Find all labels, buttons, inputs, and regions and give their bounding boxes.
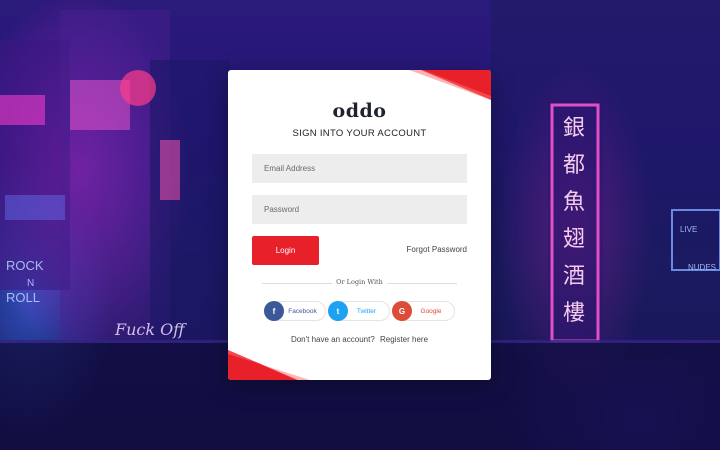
chinese-sign-4: 翅: [563, 227, 585, 252]
corner-accent-bottom: [228, 350, 310, 380]
page-title: SIGN INTO YOUR ACCOUNT: [292, 128, 427, 139]
google-login-button[interactable]: G Google: [392, 301, 455, 321]
roll-sign: ROLL: [6, 290, 40, 305]
nudes-sign: NUDES: [688, 263, 716, 272]
live-sign: LIVE: [680, 225, 697, 234]
facebook-icon: f: [264, 301, 284, 321]
forgot-password-link[interactable]: Forgot Password: [407, 245, 467, 254]
login-button[interactable]: Login: [252, 236, 319, 265]
twitter-login-button[interactable]: t Twitter: [328, 301, 390, 321]
corner-accent-top: [409, 70, 491, 100]
login-card: oddo SIGN INTO YOUR ACCOUNT Login Forgot…: [228, 70, 491, 380]
chinese-sign-3: 魚: [563, 190, 585, 215]
chinese-sign-2: 都: [563, 153, 585, 178]
divider-line-right: [387, 283, 457, 284]
register-link[interactable]: Register here: [380, 335, 428, 344]
email-field[interactable]: [252, 154, 467, 183]
n-sign: N: [27, 278, 34, 289]
google-label: Google: [420, 307, 442, 315]
chinese-sign-5: 酒: [563, 264, 585, 289]
social-divider: Or Login With: [252, 278, 467, 288]
twitter-icon: t: [328, 301, 348, 321]
facebook-label: Facebook: [288, 307, 317, 315]
google-icon: G: [392, 301, 412, 321]
rock-sign: ROCK: [6, 258, 44, 273]
chinese-sign-1: 銀: [563, 116, 585, 141]
twitter-label: Twitter: [356, 307, 377, 315]
register-prompt: Don't have an account?: [290, 335, 375, 344]
facebook-login-button[interactable]: f Facebook: [264, 301, 326, 321]
neon-script-sign: Fuck Off: [114, 320, 187, 339]
password-field[interactable]: [252, 195, 467, 224]
chinese-sign-6: 樓: [563, 301, 585, 326]
divider-label: Or Login With: [336, 278, 383, 286]
register-row: Don't have an account? Register here: [228, 335, 491, 344]
brand-logo: oddo: [332, 100, 387, 122]
